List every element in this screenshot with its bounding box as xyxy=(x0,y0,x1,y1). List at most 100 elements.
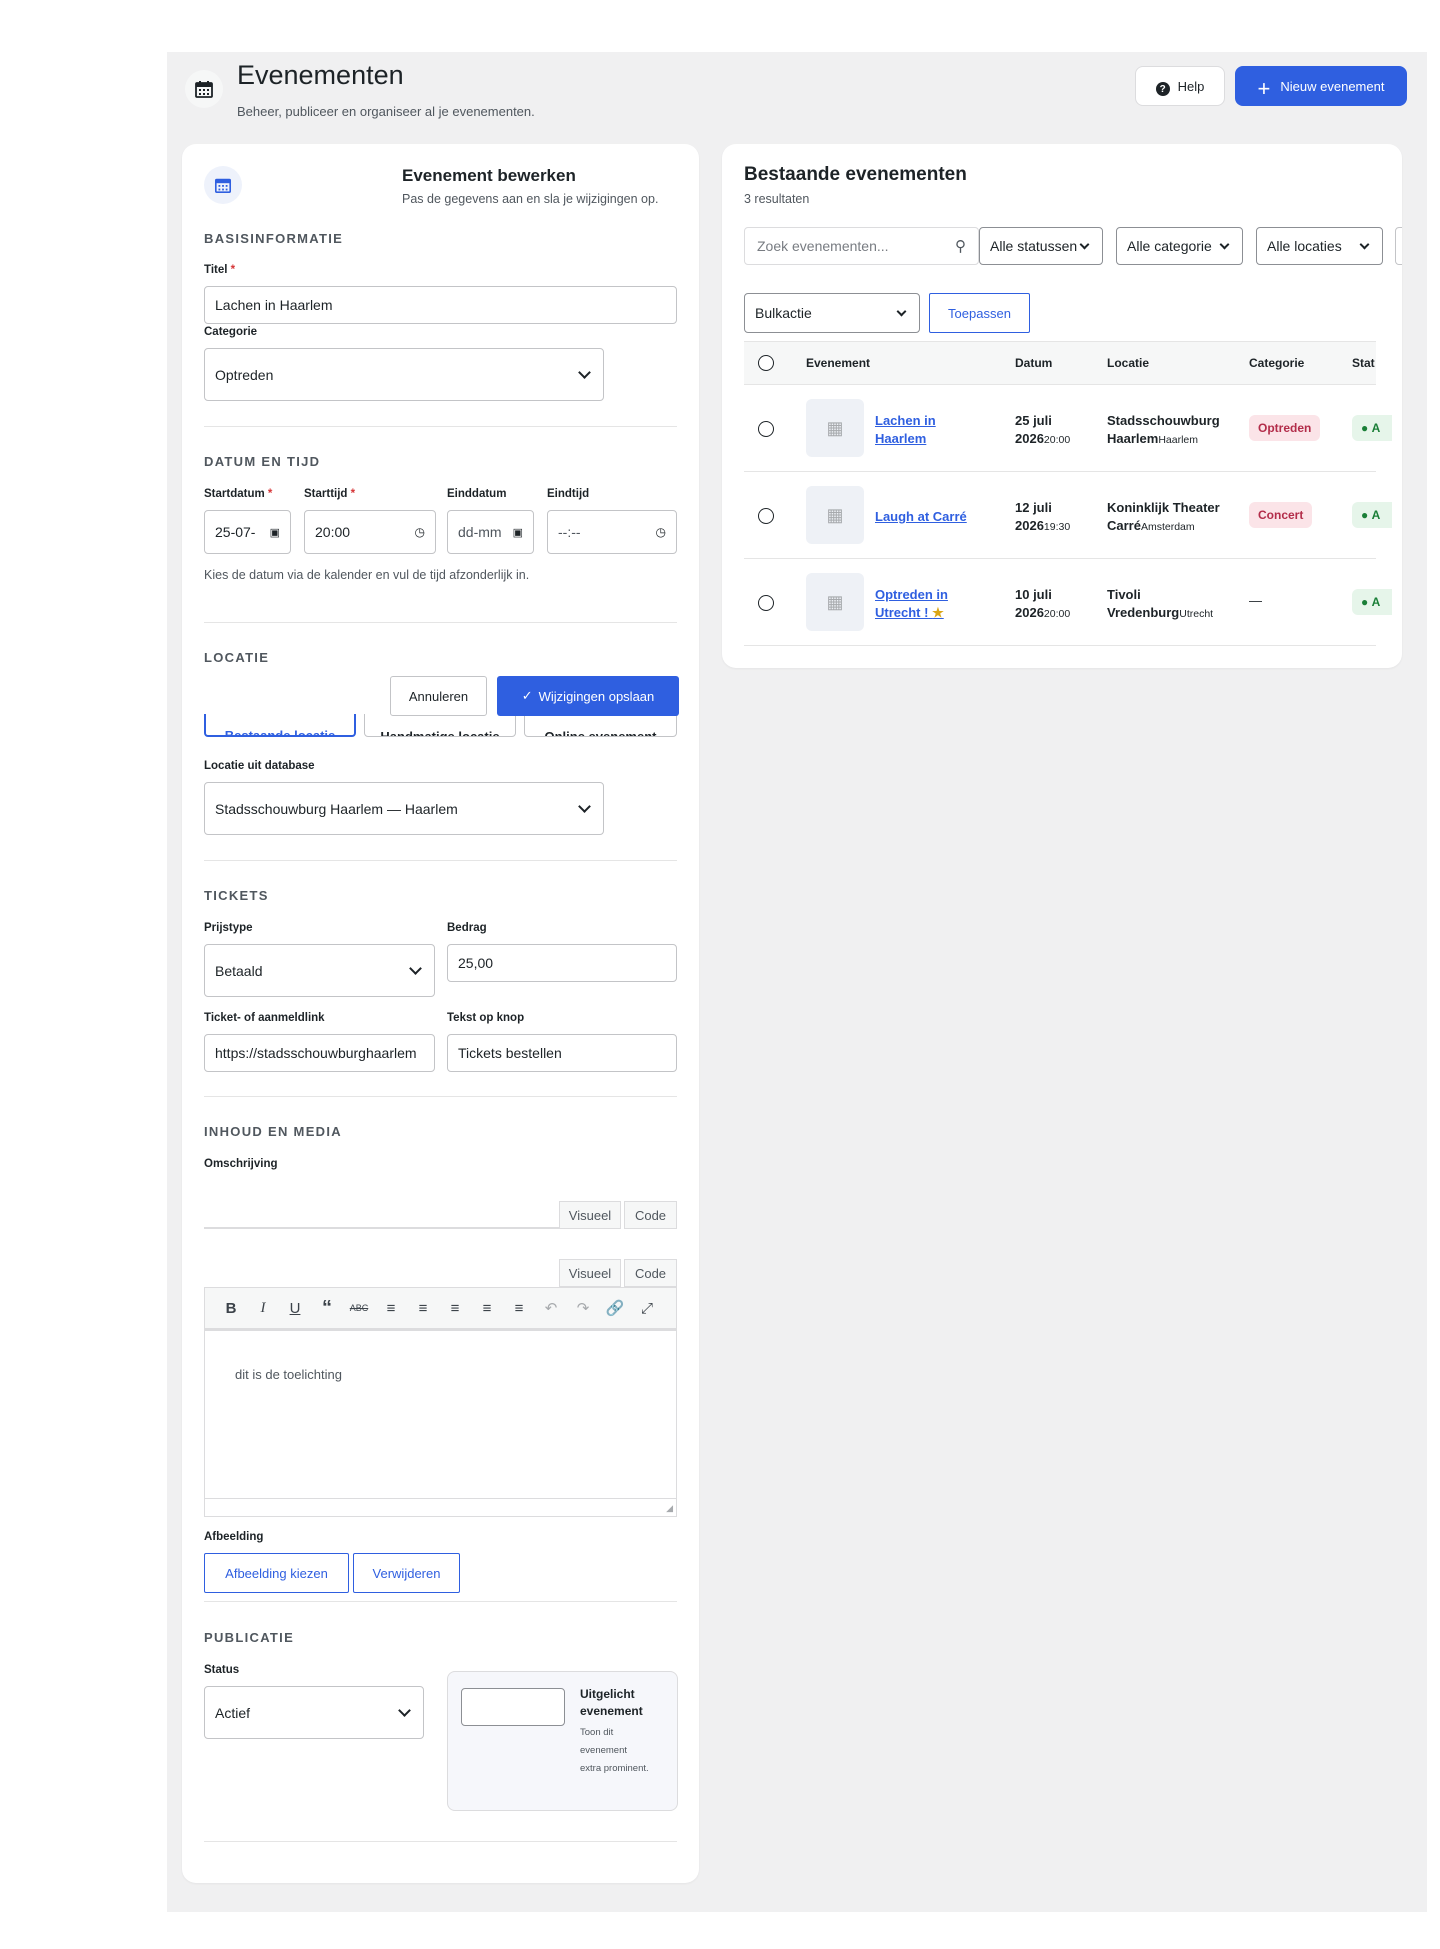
category-select[interactable]: Optreden xyxy=(204,348,604,401)
cancel-button[interactable]: Annuleren xyxy=(390,676,487,716)
starttime-input[interactable]: 20:00 ◷ xyxy=(304,510,436,554)
image-label: Afbeelding xyxy=(204,1531,264,1543)
chevron-down-icon xyxy=(578,800,591,813)
redo-icon[interactable]: ↷ xyxy=(567,1299,599,1317)
column-header[interactable]: Evenement xyxy=(806,356,870,370)
strikethrough-icon[interactable]: ABC xyxy=(343,1303,375,1313)
category-badge: Concert xyxy=(1249,502,1313,528)
startdate-input[interactable]: 25-07- ▣ xyxy=(204,510,291,554)
calendar-icon[interactable]: ▣ xyxy=(513,526,523,539)
divider xyxy=(204,1841,677,1842)
title-label: Titel * xyxy=(204,264,236,276)
section-content: INHOUD EN MEDIA xyxy=(204,1124,342,1139)
new-event-button[interactable]: + Nieuw evenement xyxy=(1235,66,1407,106)
endtime-label: Eindtijd xyxy=(547,488,590,500)
undo-icon[interactable]: ↶ xyxy=(535,1299,567,1317)
fullscreen-icon[interactable]: ⤢ xyxy=(631,1300,663,1317)
new-event-label: Nieuw evenement xyxy=(1280,78,1385,94)
section-location: LOCATIE xyxy=(204,650,270,665)
featured-description: Toon dit evenement extra prominent. xyxy=(580,1727,649,1774)
startdate-label: Startdatum * xyxy=(204,488,273,500)
event-link[interactable]: Optreden in Utrecht ! ★ xyxy=(875,586,948,622)
row-checkbox[interactable] xyxy=(758,421,774,437)
italic-icon[interactable]: I xyxy=(247,1300,279,1317)
choose-image-button[interactable]: Afbeelding kiezen xyxy=(204,1553,349,1593)
numbered-list-icon[interactable]: ≡ xyxy=(407,1300,439,1317)
search-icon[interactable]: ⚲ xyxy=(955,237,966,255)
description-label: Omschrijving xyxy=(204,1158,278,1170)
row-checkbox[interactable] xyxy=(758,595,774,611)
resize-handle-icon[interactable]: ◢ xyxy=(666,1503,673,1514)
event-link[interactable]: Laugh at Carré xyxy=(875,508,967,526)
amount-input[interactable]: 25,00 xyxy=(447,944,677,982)
align-right-icon[interactable]: ≡ xyxy=(503,1300,535,1317)
list-title: Bestaande evenementen xyxy=(744,164,967,185)
enddate-input[interactable]: dd-mm ▣ xyxy=(447,510,534,554)
tab-code[interactable]: Code xyxy=(624,1259,677,1287)
status-filter-select[interactable]: Alle statussen xyxy=(979,227,1103,265)
category-filter-select[interactable]: Alle categorie xyxy=(1116,227,1243,265)
table-row[interactable]: ▦ Lachen in Haarlem 25 juli 202620:00 Stad… xyxy=(744,385,1392,472)
remove-image-button[interactable]: Verwijderen xyxy=(353,1553,460,1593)
featured-box: Uitgelicht evenement Toon dit evenement … xyxy=(447,1671,678,1811)
pricetype-select[interactable]: Betaald xyxy=(204,944,435,997)
more-filter-button[interactable]: Fi xyxy=(1395,227,1402,265)
tab-code[interactable]: Code xyxy=(624,1201,677,1229)
editor-ghost-border xyxy=(204,1227,559,1229)
underline-icon[interactable]: U xyxy=(279,1300,311,1317)
clock-icon[interactable]: ◷ xyxy=(415,525,425,539)
tab-visual[interactable]: Visueel xyxy=(559,1201,621,1229)
section-basic: BASISINFORMATIE xyxy=(204,231,344,246)
event-link[interactable]: Lachen in Haarlem xyxy=(875,412,936,448)
save-button[interactable]: ✓ Wijzigingen opslaan xyxy=(497,676,679,716)
status-badge: ● A xyxy=(1352,502,1392,528)
column-header[interactable]: Locatie xyxy=(1107,356,1149,370)
divider xyxy=(204,1601,677,1602)
status-label: Status xyxy=(204,1664,240,1676)
help-button[interactable]: ? Help xyxy=(1135,66,1225,106)
column-header[interactable]: Datum xyxy=(1015,356,1052,370)
row-checkbox[interactable] xyxy=(758,508,774,524)
column-header[interactable]: Categorie xyxy=(1249,356,1304,370)
clock-icon[interactable]: ◷ xyxy=(656,525,666,539)
link-icon[interactable]: 🔗 xyxy=(599,1299,631,1317)
align-center-icon[interactable]: ≡ xyxy=(471,1300,503,1317)
bold-icon[interactable]: B xyxy=(215,1300,247,1317)
save-label: Wijzigingen opslaan xyxy=(538,688,655,704)
ticketlink-input[interactable]: https://stadsschouwburghaarlem xyxy=(204,1034,435,1072)
status-badge: ● A xyxy=(1352,415,1392,441)
ticketlink-label: Ticket- of aanmeldlink xyxy=(204,1012,325,1024)
location-filter-select[interactable]: Alle locaties xyxy=(1256,227,1383,265)
description-editor[interactable]: dit is de toelichting ◢ xyxy=(204,1329,677,1517)
location-select[interactable]: Stadsschouwburg Haarlem — Haarlem xyxy=(204,782,604,835)
event-date: 12 juli 202619:30 xyxy=(1015,500,1071,533)
chevron-down-icon xyxy=(1219,239,1230,249)
quote-icon[interactable]: “ xyxy=(311,1297,343,1320)
calendar-icon[interactable]: ▣ xyxy=(270,526,280,539)
event-date: 25 juli 202620:00 xyxy=(1015,413,1071,446)
endtime-input[interactable]: --:-- ◷ xyxy=(547,510,677,554)
table-row[interactable]: ▦ Laugh at Carré 12 juli 202619:30 Konink… xyxy=(744,472,1392,559)
calendar-icon xyxy=(204,166,242,204)
editor-statusbar xyxy=(205,1498,676,1516)
category-badge: Optreden xyxy=(1249,415,1321,441)
table-header: Evenement Datum Locatie Categorie Stat xyxy=(744,341,1376,385)
section-datetime: DATUM EN TIJD xyxy=(204,454,321,469)
title-input[interactable]: Lachen in Haarlem xyxy=(204,286,677,324)
category-label: Categorie xyxy=(204,326,258,338)
table-row[interactable]: ▦ Optreden in Utrecht ! ★ 10 juli 202620:0… xyxy=(744,559,1392,646)
column-header[interactable]: Stat xyxy=(1352,356,1375,370)
bulk-action-select[interactable]: Bulkactie xyxy=(744,293,920,333)
chevron-down-icon xyxy=(398,1704,411,1717)
align-left-icon[interactable]: ≡ xyxy=(439,1300,471,1317)
featured-checkbox[interactable] xyxy=(461,1688,565,1726)
apply-button[interactable]: Toepassen xyxy=(929,293,1030,333)
search-input[interactable]: Zoek evenementen... ⚲ xyxy=(744,227,979,265)
bullet-list-icon[interactable]: ≡ xyxy=(375,1300,407,1317)
status-select[interactable]: Actief xyxy=(204,1686,424,1739)
editor-content[interactable]: dit is de toelichting xyxy=(235,1367,342,1382)
select-all-checkbox[interactable] xyxy=(758,355,774,371)
buttontext-input[interactable]: Tickets bestellen xyxy=(447,1034,677,1072)
tab-visual[interactable]: Visueel xyxy=(559,1259,621,1287)
divider xyxy=(204,426,677,427)
